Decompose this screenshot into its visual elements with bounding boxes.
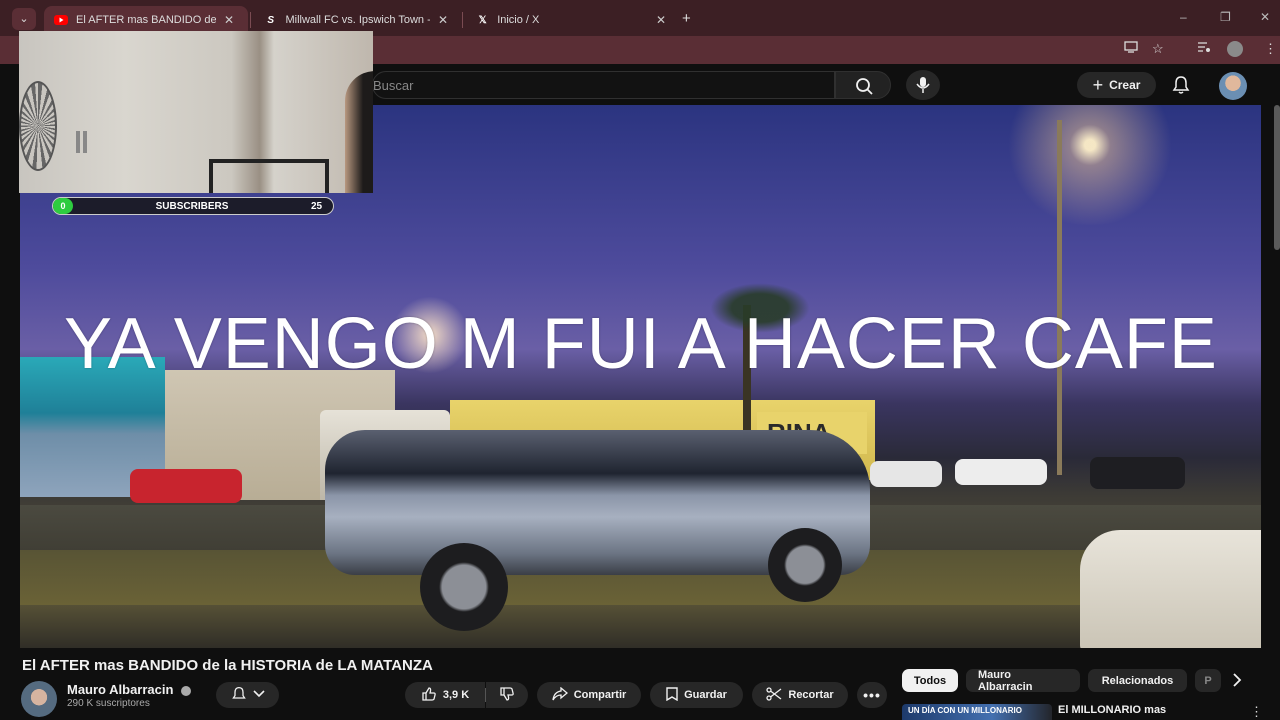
share-label: Compartir	[573, 689, 627, 701]
tab-separator	[250, 12, 251, 28]
cast-icon[interactable]	[1124, 41, 1138, 56]
subscriber-goal: 25	[311, 200, 323, 212]
save-label: Guardar	[684, 689, 727, 701]
youtube-icon	[54, 13, 68, 27]
recommended-title[interactable]: El MILLONARIO mas	[1058, 704, 1166, 716]
thumbnail-text: UN DÍA CON UN MILLONARIO	[908, 706, 1022, 715]
close-window-icon[interactable]: ✕	[1260, 10, 1270, 24]
chip-todos[interactable]: Todos	[902, 669, 958, 692]
search-icon	[856, 78, 873, 95]
tab-title: El AFTER mas BANDIDO de la H	[76, 14, 216, 26]
white-car	[955, 459, 1047, 485]
notifications-bell-icon[interactable]	[1172, 75, 1190, 100]
sofascore-icon: S	[267, 14, 275, 26]
like-button[interactable]: 3,9 K	[405, 682, 485, 708]
tab-youtube[interactable]: El AFTER mas BANDIDO de la H ✕	[44, 6, 248, 34]
create-button[interactable]: + Crear	[1077, 72, 1156, 98]
close-tab-icon[interactable]: ✕	[438, 13, 448, 27]
bookmark-icon	[666, 686, 678, 704]
suv-wheel	[420, 543, 508, 631]
chip-truncated[interactable]: P	[1195, 669, 1221, 692]
bell-icon	[231, 686, 247, 705]
dislike-button[interactable]	[486, 682, 528, 708]
verified-icon	[181, 685, 192, 696]
microphone-icon	[916, 77, 930, 93]
x-icon: 𝕏	[478, 14, 487, 26]
subscriber-count: 0	[53, 198, 73, 214]
dark-car	[1090, 457, 1185, 489]
thumbs-down-icon	[499, 686, 515, 705]
lamp-post	[1057, 120, 1062, 475]
subscriber-count-text: 290 K suscriptores	[67, 698, 150, 709]
profile-avatar[interactable]	[1227, 41, 1243, 57]
plus-icon: +	[1092, 74, 1104, 95]
recommended-menu-icon[interactable]: ⋮	[1250, 704, 1263, 720]
channel-avatar[interactable]	[21, 681, 57, 717]
cabinet-handle	[83, 131, 87, 153]
stream-caption: YA VENGO M FUI A HACER CAFE	[64, 304, 1218, 384]
cabinet-handle	[76, 131, 80, 153]
search-button[interactable]	[835, 71, 891, 99]
channel-name-text: Mauro Albarracin	[67, 682, 174, 697]
more-horizontal-icon: •••	[863, 687, 881, 703]
fan-image	[19, 81, 57, 171]
white-car	[870, 461, 942, 487]
close-tab-icon[interactable]: ✕	[224, 13, 234, 27]
subscriber-label: SUBSCRIBERS	[155, 200, 229, 212]
scissors-icon	[766, 686, 782, 704]
red-car	[130, 469, 242, 503]
restore-icon[interactable]: ❐	[1220, 10, 1231, 24]
chip-channel[interactable]: Mauro Albarracin	[966, 669, 1080, 693]
create-label: Crear	[1109, 78, 1141, 92]
share-icon	[552, 686, 568, 704]
more-actions-button[interactable]: •••	[857, 682, 887, 708]
save-button[interactable]: Guardar	[650, 682, 743, 708]
page-scrollbar[interactable]	[1274, 105, 1280, 250]
like-count: 3,9 K	[442, 689, 470, 701]
new-tab-button[interactable]: +	[682, 10, 691, 27]
clip-button[interactable]: Recortar	[752, 682, 848, 708]
street-light-glow	[980, 105, 1200, 225]
media-control-icon[interactable]	[1197, 41, 1211, 56]
minimize-icon[interactable]: –	[1180, 10, 1187, 24]
clip-label: Recortar	[788, 689, 834, 701]
search-input[interactable]: Buscar	[372, 71, 835, 99]
tab-separator	[462, 12, 463, 28]
channel-name[interactable]: Mauro Albarracin	[67, 682, 192, 697]
close-tab-icon[interactable]: ✕	[656, 13, 666, 27]
chevron-down-icon	[252, 689, 265, 701]
video-title: El AFTER mas BANDIDO de la HISTORIA de L…	[22, 657, 433, 674]
share-button[interactable]: Compartir	[537, 682, 641, 708]
recommended-thumbnail[interactable]: UN DÍA CON UN MILLONARIO	[902, 704, 1052, 720]
account-avatar[interactable]	[1219, 72, 1247, 100]
chip-related[interactable]: Relacionados	[1088, 669, 1187, 692]
tab-title: Inicio / X	[497, 14, 540, 26]
tab-list-button[interactable]: ⌄	[12, 8, 36, 30]
chair-image	[209, 159, 329, 193]
chips-next-icon[interactable]	[1232, 673, 1242, 692]
bookmark-star-icon[interactable]: ☆	[1152, 41, 1164, 57]
thumbs-up-icon	[421, 686, 437, 705]
tab-title: Millwall FC vs. Ipswich Town - S	[285, 14, 430, 26]
tab-x[interactable]: 𝕏 Inicio / X ✕	[466, 6, 676, 34]
voice-search-button[interactable]	[906, 70, 940, 100]
person-shoulder	[345, 71, 373, 193]
webcam-overlay	[19, 31, 373, 193]
tab-sofascore[interactable]: S Millwall FC vs. Ipswich Town - S ✕	[254, 6, 458, 34]
white-car-foreground	[1080, 530, 1261, 648]
browser-menu-icon[interactable]: ⋮	[1264, 41, 1277, 57]
subscriber-goal-bar: 0 SUBSCRIBERS 25	[52, 197, 334, 215]
subscribed-bell-button[interactable]	[216, 682, 279, 708]
suv-wheel	[768, 528, 842, 602]
